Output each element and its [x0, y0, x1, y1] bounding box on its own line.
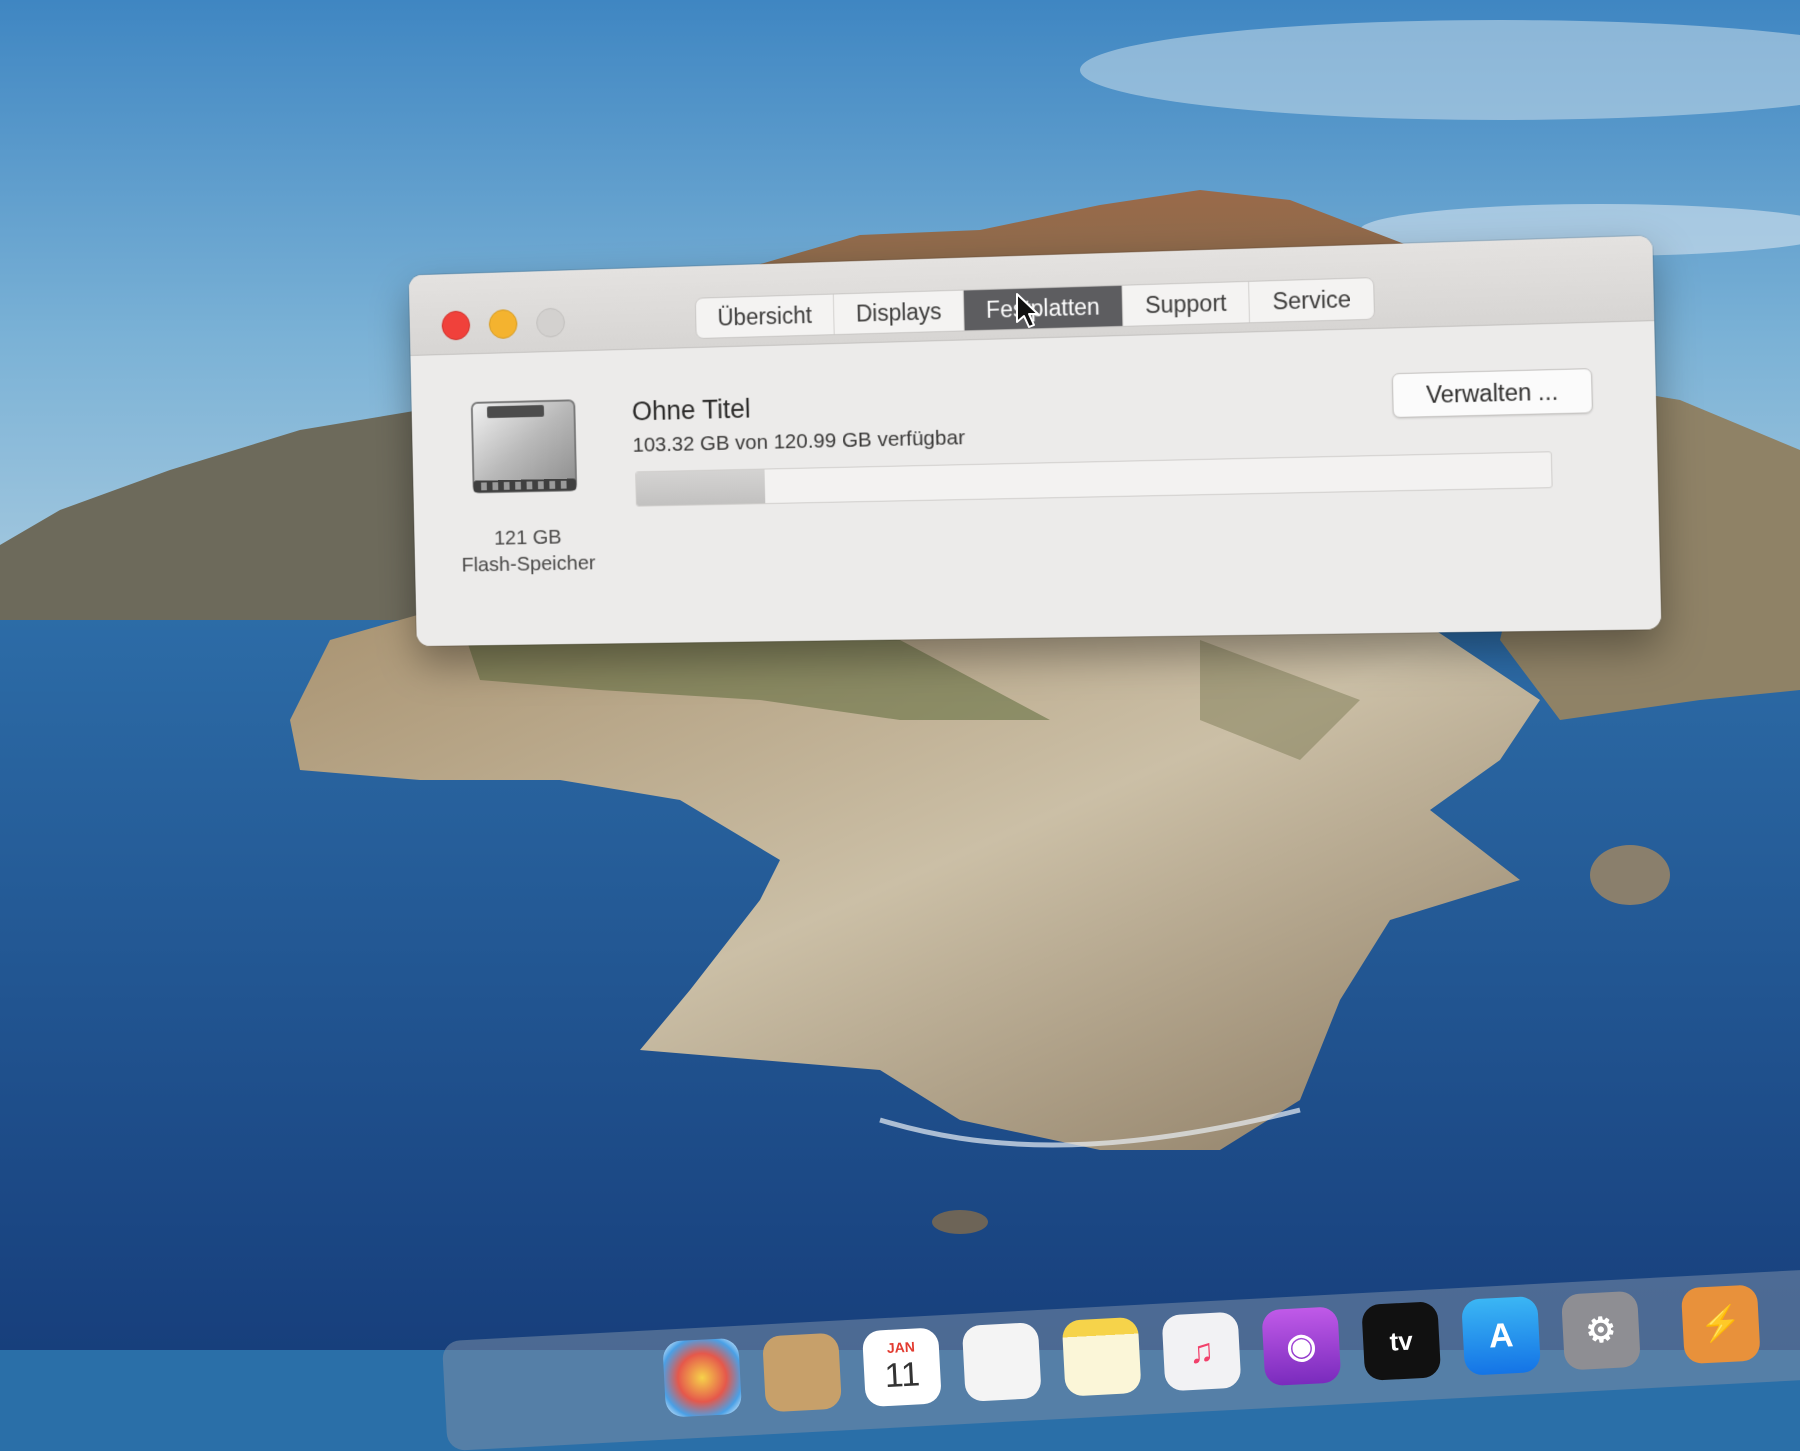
- storage-usage-bar: [635, 451, 1553, 506]
- reeder-icon[interactable]: ⚡: [1681, 1284, 1761, 1364]
- tab-uebersicht[interactable]: Übersicht: [696, 295, 835, 339]
- calendar-day: 11: [884, 1354, 921, 1396]
- volume-availability: 103.32 GB von 120.99 GB verfügbar: [632, 426, 965, 457]
- volume-name: Ohne Titel: [632, 394, 751, 427]
- zoom-button: [536, 308, 565, 338]
- tab-service[interactable]: Service: [1250, 278, 1375, 322]
- contacts-icon[interactable]: [762, 1333, 842, 1413]
- storage-pane: 121 GB Flash-Speicher Ohne Titel 103.32 …: [410, 321, 1661, 646]
- desktop-wallpaper: [0, 0, 1800, 1350]
- disk-capacity: 121 GB: [442, 523, 613, 553]
- tab-displays[interactable]: Displays: [834, 291, 965, 335]
- mouse-pointer-icon: [1015, 292, 1041, 330]
- podcasts-icon[interactable]: ◉: [1261, 1306, 1341, 1386]
- minimize-button[interactable]: [489, 309, 518, 339]
- apple-tv-label: tv: [1389, 1325, 1414, 1357]
- close-button[interactable]: [441, 310, 470, 340]
- system-preferences-icon[interactable]: ⚙: [1561, 1291, 1641, 1371]
- app-store-icon[interactable]: A: [1461, 1296, 1541, 1376]
- tab-festplatten[interactable]: Festplatten: [964, 286, 1123, 331]
- internal-drive-icon: [466, 390, 582, 500]
- calendar-month: JAN: [886, 1339, 915, 1356]
- notes-icon[interactable]: [1062, 1317, 1142, 1397]
- manage-button[interactable]: Verwalten ...: [1392, 368, 1593, 418]
- disk-description: 121 GB Flash-Speicher: [442, 523, 614, 579]
- music-icon[interactable]: ♫: [1162, 1312, 1242, 1392]
- disk-type: Flash-Speicher: [443, 549, 614, 578]
- apple-tv-icon[interactable]: tv: [1361, 1301, 1441, 1381]
- reminders-icon[interactable]: [962, 1322, 1042, 1402]
- storage-usage-fill: [636, 470, 765, 506]
- tab-support[interactable]: Support: [1122, 282, 1250, 326]
- calendar-icon[interactable]: JAN 11: [862, 1327, 942, 1407]
- window-controls: [441, 308, 565, 341]
